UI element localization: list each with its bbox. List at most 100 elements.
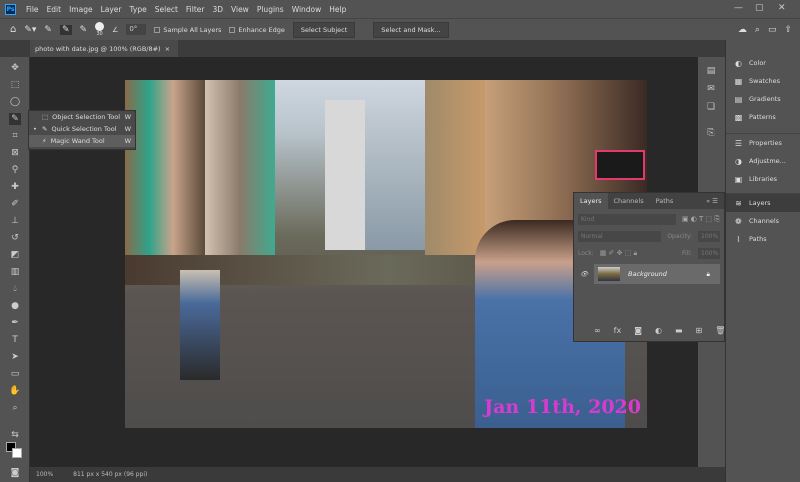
add-mask-icon[interactable]: ◙ xyxy=(634,326,642,335)
new-selection-icon[interactable]: ✎ xyxy=(44,25,52,35)
menu-window[interactable]: Window xyxy=(288,5,326,14)
lasso-tool-icon[interactable]: ◯ xyxy=(9,96,21,108)
gradient-tool-icon[interactable]: ▥ xyxy=(9,266,21,278)
brush-tool-icon[interactable]: ✐ xyxy=(9,198,21,210)
flyout-object-selection[interactable]: ⬚ Object Selection Tool W xyxy=(29,111,135,123)
subtract-selection-icon[interactable]: ✎ xyxy=(80,25,88,35)
cloud-icon[interactable]: ☁ xyxy=(738,25,747,35)
panel-paths[interactable]: ⌇ Paths xyxy=(726,230,800,248)
close-button[interactable]: ✕ xyxy=(778,3,786,13)
quick-selection-tool-icon[interactable]: ✎ xyxy=(9,113,21,125)
panel-menu-icon[interactable]: » ☰ xyxy=(706,197,724,205)
menu-select[interactable]: Select xyxy=(151,5,182,14)
document-image[interactable]: Jan 11th, 2020 xyxy=(125,80,647,428)
pen-tool-icon[interactable]: ✒ xyxy=(9,317,21,329)
dodge-tool-icon[interactable]: ● xyxy=(9,300,21,312)
type-tool-icon[interactable]: T xyxy=(9,334,21,346)
panel-swatches[interactable]: ▦ Swatches xyxy=(726,72,800,90)
visibility-eye-icon[interactable]: 👁︎ xyxy=(580,270,588,278)
menu-image[interactable]: Image xyxy=(65,5,97,14)
search-icon[interactable]: ⌕ xyxy=(755,25,760,35)
eraser-tool-icon[interactable]: ◩ xyxy=(9,249,21,261)
move-tool-icon[interactable]: ✥ xyxy=(9,62,21,74)
menu-view[interactable]: View xyxy=(227,5,253,14)
zoom-level[interactable]: 100% xyxy=(36,471,53,478)
marquee-tool-icon[interactable]: ⬚ xyxy=(9,79,21,91)
quick-mask-icon[interactable]: ◙ xyxy=(9,467,21,479)
healing-tool-icon[interactable]: ✚ xyxy=(9,181,21,193)
swap-colors-icon[interactable]: ⇆ xyxy=(9,429,21,441)
menu-help[interactable]: Help xyxy=(325,5,350,14)
blur-tool-icon[interactable]: 💧︎ xyxy=(9,283,21,295)
background-color[interactable] xyxy=(12,448,22,458)
layer-name[interactable]: Background xyxy=(628,270,667,278)
menu-file[interactable]: File xyxy=(22,5,43,14)
menu-edit[interactable]: Edit xyxy=(43,5,66,14)
panel-patterns[interactable]: ▩ Patterns xyxy=(726,108,800,126)
shape-tool-icon[interactable]: ▭ xyxy=(9,368,21,380)
document-info[interactable]: 811 px x 540 px (96 ppi) xyxy=(73,471,147,478)
tab-layers[interactable]: Layers xyxy=(574,193,608,209)
frame-tool-icon[interactable]: ⊠ xyxy=(9,147,21,159)
object-selection-icon: ⬚ xyxy=(42,113,49,121)
layer-row-background[interactable]: 👁︎ Background 🔒︎ xyxy=(580,264,720,284)
blend-mode-select[interactable]: Normal xyxy=(578,230,662,242)
learn-panel-icon[interactable]: ❏ xyxy=(705,101,717,113)
eyedropper-tool-icon[interactable]: ⚲ xyxy=(9,164,21,176)
hand-tool-icon[interactable]: ✋ xyxy=(9,385,21,397)
workspace-icon[interactable]: ▭ xyxy=(768,25,777,35)
character-panel-icon[interactable]: ⎘ xyxy=(705,127,717,139)
home-icon[interactable]: ⌂ xyxy=(10,24,16,35)
link-layers-icon[interactable]: ∞ xyxy=(594,326,601,335)
document-tab[interactable]: photo with date.jpg @ 100% (RGB/8#) × xyxy=(30,40,178,57)
close-tab-icon[interactable]: × xyxy=(165,45,170,53)
panel-color[interactable]: ◐ Color xyxy=(726,54,800,72)
lock-icons[interactable]: ▦ ✐ ✥ ⬚ 🔒︎ xyxy=(600,249,638,258)
panel-libraries[interactable]: ▣ Libraries xyxy=(726,170,800,188)
menu-type[interactable]: Type xyxy=(126,5,151,14)
flyout-magic-wand[interactable]: ⚡︎ Magic Wand Tool W xyxy=(29,135,135,147)
select-and-mask-button[interactable]: Select and Mask... xyxy=(373,21,449,38)
fx-icon[interactable]: fx xyxy=(614,326,622,335)
zoom-tool-icon[interactable]: ⌕ xyxy=(9,402,21,414)
status-bar: 100% 811 px x 540 px (96 ppi) xyxy=(30,467,725,482)
add-selection-icon[interactable]: ✎ xyxy=(59,24,72,35)
filter-type-icons[interactable]: ▣ ◐ T ⬚ ⎘ xyxy=(682,215,720,224)
menu-filter[interactable]: Filter xyxy=(182,5,209,14)
panel-layers[interactable]: ≋ Layers xyxy=(726,194,800,212)
menu-plugins[interactable]: Plugins xyxy=(253,5,288,14)
flyout-quick-selection[interactable]: • ✎ Quick Selection Tool W xyxy=(29,123,135,135)
path-selection-icon[interactable]: ➤ xyxy=(9,351,21,363)
tool-preset-icon[interactable]: ✎▾ xyxy=(24,25,36,35)
crop-tool-icon[interactable]: ⌗ xyxy=(9,130,21,142)
select-subject-button[interactable]: Select Subject xyxy=(292,21,356,38)
tab-paths[interactable]: Paths xyxy=(650,193,680,209)
panel-channels[interactable]: ❁ Channels xyxy=(726,212,800,230)
delete-layer-icon[interactable]: 🗑︎ xyxy=(715,326,725,335)
fill-input[interactable]: 100% xyxy=(698,247,720,259)
panel-adjustments[interactable]: ◑ Adjustme... xyxy=(726,152,800,170)
new-layer-icon[interactable]: ⊞ xyxy=(696,326,703,335)
enhance-edge-checkbox[interactable]: Enhance Edge xyxy=(229,26,285,34)
share-icon[interactable]: ⇪ xyxy=(784,25,792,35)
new-group-icon[interactable]: ▬ xyxy=(675,326,683,335)
tab-channels[interactable]: Channels xyxy=(608,193,650,209)
layer-filter-input[interactable]: Kind xyxy=(578,213,676,225)
brush-picker[interactable]: 30 xyxy=(95,22,105,37)
sample-all-layers-checkbox[interactable]: Sample All Layers xyxy=(154,26,221,34)
comments-panel-icon[interactable]: ✉ xyxy=(705,83,717,95)
layer-lock-icon[interactable]: 🔒︎ xyxy=(707,270,710,279)
adjustment-layer-icon[interactable]: ◐ xyxy=(655,326,662,335)
libraries-icon: ▣ xyxy=(734,174,743,184)
menu-3d[interactable]: 3D xyxy=(208,5,227,14)
panel-gradients[interactable]: ▤ Gradients xyxy=(726,90,800,108)
maximize-button[interactable]: ▢ xyxy=(755,3,764,13)
history-panel-icon[interactable]: ▤ xyxy=(705,65,717,77)
angle-input[interactable]: 0° xyxy=(126,24,147,35)
minimize-button[interactable]: — xyxy=(734,3,743,13)
opacity-input[interactable]: 100% xyxy=(698,230,720,242)
history-brush-icon[interactable]: ↺ xyxy=(9,232,21,244)
menu-layer[interactable]: Layer xyxy=(97,5,126,14)
stamp-tool-icon[interactable]: ⊥ xyxy=(9,215,21,227)
panel-properties[interactable]: ☰ Properties xyxy=(726,134,800,152)
